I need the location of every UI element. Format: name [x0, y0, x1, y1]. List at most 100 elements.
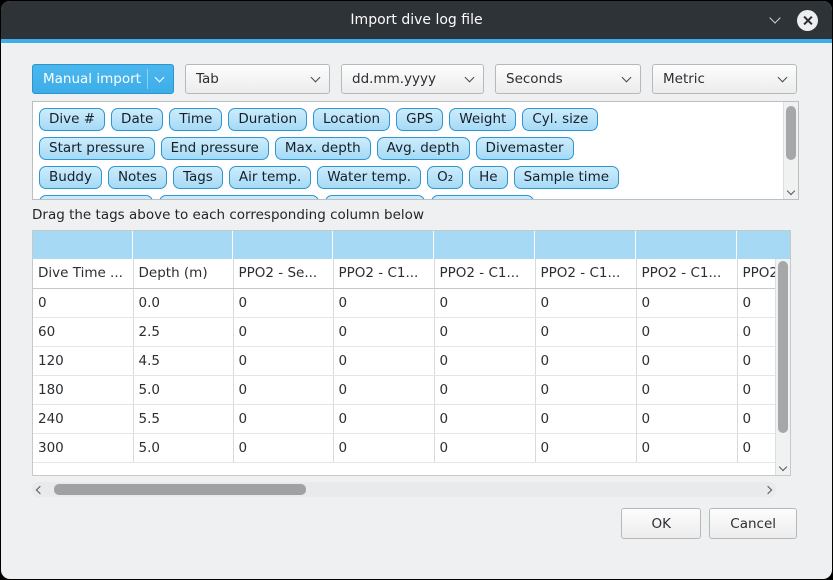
window-title: Import dive log file: [1, 1, 832, 39]
column-drop-target[interactable]: [333, 231, 434, 259]
tag-chip[interactable]: GPS: [396, 108, 443, 131]
column-header: Dive Time ...: [33, 259, 133, 288]
chevron-down-icon: [622, 73, 632, 83]
tag-chip[interactable]: Duration: [228, 108, 307, 131]
tag-chip[interactable]: Time: [169, 108, 222, 131]
tag-chip[interactable]: Weight: [449, 108, 516, 131]
tag-chip[interactable]: Max. depth: [275, 137, 371, 160]
table-row: 2405.5000000: [33, 404, 776, 433]
tag-row: Dive # Date Time Duration Location GPS Weight C…: [39, 108, 776, 131]
duration-format-dropdown[interactable]: Seconds: [495, 64, 641, 94]
table-cell: 0: [636, 346, 737, 375]
column-header: PPO2 - C1...: [434, 259, 535, 288]
tag-chip[interactable]: Avg. depth: [377, 137, 470, 160]
column-header: PPO2 - C1...: [535, 259, 636, 288]
chevron-down-icon[interactable]: [769, 12, 780, 23]
tag-panel: Dive # Date Time Duration Location GPS Weight C…: [32, 101, 799, 200]
chevron-down-icon: [311, 73, 321, 83]
tag-chip[interactable]: O₂: [427, 166, 463, 189]
table-cell: 0: [535, 404, 636, 433]
scroll-right-button[interactable]: [762, 482, 776, 497]
table-row: 3005.0000000: [33, 433, 776, 462]
table-cell: 0: [737, 317, 776, 346]
column-header: PPO2: [737, 259, 776, 288]
column-drop-target[interactable]: [636, 231, 737, 259]
table-cell: 0: [434, 375, 535, 404]
chevron-down-icon: [465, 73, 475, 83]
date-format-value: dd.mm.yyyy: [352, 71, 436, 87]
column-drop-target[interactable]: [737, 231, 790, 259]
tag-chip[interactable]: Sample temperature: [159, 195, 319, 199]
tag-panel-scrollbar[interactable]: [783, 102, 798, 199]
column-header: PPO2 - C1...: [333, 259, 434, 288]
table-cell: 0: [233, 375, 333, 404]
tag-chip[interactable]: Sample CNS: [431, 195, 534, 199]
table-cell: 0: [636, 375, 737, 404]
table-cell: 0: [636, 433, 737, 462]
horizontal-scrollbar[interactable]: [32, 482, 776, 497]
tag-chip[interactable]: Sample pO₂: [325, 195, 425, 199]
table-cell: 240: [33, 404, 133, 433]
table-cell: 0: [333, 404, 434, 433]
import-options-row: Manual import Tab dd.mm.yyyy Seconds Met…: [32, 64, 797, 94]
scroll-down-button[interactable]: [784, 185, 798, 199]
tag-chip[interactable]: He: [469, 166, 507, 189]
column-drop-target[interactable]: [33, 231, 133, 259]
chevron-down-icon: [778, 73, 788, 83]
scrollbar-thumb[interactable]: [786, 106, 796, 160]
table-cell: 0: [333, 346, 434, 375]
chevron-left-icon: [36, 485, 44, 493]
scroll-left-button[interactable]: [32, 482, 46, 497]
table-row: 00.0000000: [33, 288, 776, 317]
tag-chip[interactable]: Cyl. size: [522, 108, 598, 131]
table-row: 1805.0000000: [33, 375, 776, 404]
table-cell: 0.0: [133, 288, 233, 317]
table-cell: 0: [434, 404, 535, 433]
chevron-down-icon: [155, 73, 165, 83]
column-header: Depth (m): [133, 259, 233, 288]
tag-chip[interactable]: Notes: [108, 166, 167, 189]
table-cell: 120: [33, 346, 133, 375]
units-dropdown[interactable]: Metric: [652, 64, 797, 94]
table-cell: 0: [233, 346, 333, 375]
table-cell: 0: [737, 433, 776, 462]
close-button[interactable]: [797, 10, 818, 31]
tag-chip[interactable]: Air temp.: [229, 166, 311, 189]
scroll-down-button[interactable]: [776, 461, 790, 475]
column-header: PPO2 - C1...: [636, 259, 737, 288]
column-drop-target[interactable]: [133, 231, 233, 259]
ok-button[interactable]: OK: [621, 508, 701, 539]
table-cell: 0: [535, 346, 636, 375]
titlebar[interactable]: Import dive log file: [1, 1, 832, 39]
close-icon: [802, 15, 813, 26]
tag-chip[interactable]: Location: [313, 108, 390, 131]
scrollbar-thumb[interactable]: [54, 484, 306, 495]
tag-chip[interactable]: Date: [111, 108, 163, 131]
chevron-down-icon: [787, 186, 795, 194]
table-cell: 0: [535, 433, 636, 462]
instruction-text: Drag the tags above to each correspondin…: [32, 207, 424, 223]
tag-chip[interactable]: Buddy: [39, 166, 102, 189]
scrollbar-thumb[interactable]: [778, 261, 788, 433]
tag-chip[interactable]: Water temp.: [317, 166, 421, 189]
tag-chip[interactable]: Sample time: [514, 166, 619, 189]
field-separator-dropdown[interactable]: Tab: [185, 64, 330, 94]
tag-chip[interactable]: Divemaster: [476, 137, 574, 160]
tag-chip[interactable]: End pressure: [161, 137, 269, 160]
column-drop-target[interactable]: [535, 231, 636, 259]
column-drop-target[interactable]: [233, 231, 333, 259]
cancel-button[interactable]: Cancel: [709, 508, 797, 539]
tag-chip[interactable]: Start pressure: [39, 137, 155, 160]
tag-chip[interactable]: Tags: [173, 166, 223, 189]
import-mode-dropdown[interactable]: Manual import: [32, 64, 174, 94]
date-format-dropdown[interactable]: dd.mm.yyyy: [341, 64, 484, 94]
tag-chip[interactable]: Dive #: [39, 108, 105, 131]
table-scrollbar[interactable]: [775, 259, 790, 475]
dialog-content: Manual import Tab dd.mm.yyyy Seconds Met…: [1, 43, 832, 579]
table-cell: 0: [233, 404, 333, 433]
table-cell: 5.0: [133, 375, 233, 404]
table-cell: 0: [233, 433, 333, 462]
tag-chip[interactable]: Sample depth: [39, 195, 153, 199]
table-cell: 0: [434, 317, 535, 346]
column-drop-target[interactable]: [434, 231, 535, 259]
